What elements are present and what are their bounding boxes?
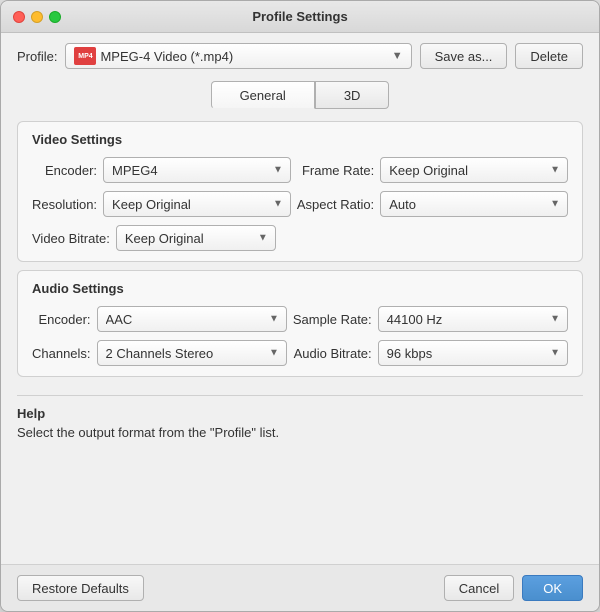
frame-rate-label: Frame Rate: bbox=[297, 163, 374, 178]
resolution-select-wrapper: Keep Original 1920x1080 1280x720 ▼ bbox=[103, 191, 291, 217]
title-bar: Profile Settings bbox=[1, 1, 599, 33]
save-as-button[interactable]: Save as... bbox=[420, 43, 508, 69]
restore-defaults-button[interactable]: Restore Defaults bbox=[17, 575, 144, 601]
audio-settings-section: Audio Settings Encoder: AAC MP3 OGG ▼ Sa… bbox=[17, 270, 583, 377]
profile-settings-window: Profile Settings Profile: MP4 MPEG-4 Vid… bbox=[0, 0, 600, 612]
profile-row: Profile: MP4 MPEG-4 Video (*.mp4) ▼ Save… bbox=[17, 43, 583, 69]
video-bitrate-row: Video Bitrate: Keep Original 1000 kbps 2… bbox=[32, 225, 568, 251]
audio-form-grid: Encoder: AAC MP3 OGG ▼ Sample Rate: 4410… bbox=[32, 306, 568, 366]
aspect-ratio-select[interactable]: Auto 4:3 16:9 bbox=[380, 191, 568, 217]
profile-select-display[interactable]: MP4 MPEG-4 Video (*.mp4) ▼ bbox=[65, 43, 411, 69]
footer-right: Cancel OK bbox=[444, 575, 583, 601]
maximize-button[interactable] bbox=[49, 11, 61, 23]
frame-rate-select[interactable]: Keep Original 24 30 bbox=[380, 157, 568, 183]
audio-encoder-select[interactable]: AAC MP3 OGG bbox=[97, 306, 287, 332]
encoder-label: Encoder: bbox=[32, 163, 97, 178]
audio-settings-title: Audio Settings bbox=[32, 281, 568, 296]
mpeg-icon: MP4 bbox=[74, 47, 96, 65]
video-bitrate-label: Video Bitrate: bbox=[32, 231, 110, 246]
delete-button[interactable]: Delete bbox=[515, 43, 583, 69]
help-section: Help Select the output format from the "… bbox=[17, 385, 583, 452]
ok-button[interactable]: OK bbox=[522, 575, 583, 601]
audio-bitrate-select-wrapper: 96 kbps 128 kbps 192 kbps ▼ bbox=[378, 340, 568, 366]
audio-encoder-select-wrapper: AAC MP3 OGG ▼ bbox=[97, 306, 287, 332]
audio-bitrate-label: Audio Bitrate: bbox=[293, 346, 372, 361]
audio-encoder-label: Encoder: bbox=[32, 312, 91, 327]
window-title: Profile Settings bbox=[252, 9, 347, 24]
close-button[interactable] bbox=[13, 11, 25, 23]
profile-label: Profile: bbox=[17, 49, 57, 64]
video-settings-title: Video Settings bbox=[32, 132, 568, 147]
video-bitrate-select[interactable]: Keep Original 1000 kbps 2000 kbps bbox=[116, 225, 276, 251]
encoder-select-wrapper: MPEG4 H.264 H.265 ▼ bbox=[103, 157, 291, 183]
video-form-grid: Encoder: MPEG4 H.264 H.265 ▼ Frame Rate:… bbox=[32, 157, 568, 217]
channels-select[interactable]: 2 Channels Stereo 1 Channel Mono 5.1 Sur… bbox=[97, 340, 287, 366]
tab-general[interactable]: General bbox=[211, 81, 315, 109]
sample-rate-select[interactable]: 44100 Hz 22050 Hz 48000 Hz bbox=[378, 306, 568, 332]
frame-rate-select-wrapper: Keep Original 24 30 ▼ bbox=[380, 157, 568, 183]
help-divider bbox=[17, 395, 583, 396]
tab-3d[interactable]: 3D bbox=[315, 81, 390, 109]
help-text: Select the output format from the "Profi… bbox=[17, 425, 583, 440]
sample-rate-label: Sample Rate: bbox=[293, 312, 372, 327]
video-bitrate-select-wrapper: Keep Original 1000 kbps 2000 kbps ▼ bbox=[116, 225, 276, 251]
cancel-button[interactable]: Cancel bbox=[444, 575, 514, 601]
minimize-button[interactable] bbox=[31, 11, 43, 23]
aspect-ratio-label: Aspect Ratio: bbox=[297, 197, 374, 212]
tabs-row: General 3D bbox=[17, 81, 583, 109]
channels-select-wrapper: 2 Channels Stereo 1 Channel Mono 5.1 Sur… bbox=[97, 340, 287, 366]
footer: Restore Defaults Cancel OK bbox=[1, 564, 599, 611]
profile-value: MPEG-4 Video (*.mp4) bbox=[100, 49, 391, 64]
resolution-select[interactable]: Keep Original 1920x1080 1280x720 bbox=[103, 191, 291, 217]
help-title: Help bbox=[17, 406, 583, 421]
profile-chevron-icon: ▼ bbox=[392, 50, 403, 62]
main-content: Profile: MP4 MPEG-4 Video (*.mp4) ▼ Save… bbox=[1, 33, 599, 564]
encoder-select[interactable]: MPEG4 H.264 H.265 bbox=[103, 157, 291, 183]
audio-bitrate-select[interactable]: 96 kbps 128 kbps 192 kbps bbox=[378, 340, 568, 366]
channels-label: Channels: bbox=[32, 346, 91, 361]
traffic-lights bbox=[13, 11, 61, 23]
resolution-label: Resolution: bbox=[32, 197, 97, 212]
video-settings-section: Video Settings Encoder: MPEG4 H.264 H.26… bbox=[17, 121, 583, 262]
sample-rate-select-wrapper: 44100 Hz 22050 Hz 48000 Hz ▼ bbox=[378, 306, 568, 332]
aspect-ratio-select-wrapper: Auto 4:3 16:9 ▼ bbox=[380, 191, 568, 217]
